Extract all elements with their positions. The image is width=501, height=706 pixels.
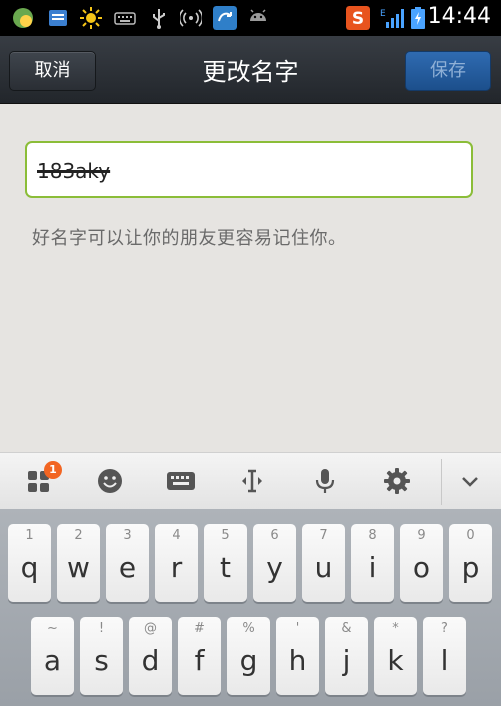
key-u[interactable]: 7u bbox=[302, 524, 345, 602]
key-h[interactable]: ' h bbox=[276, 617, 319, 695]
key-label: o bbox=[412, 551, 431, 584]
key-d[interactable]: @ d bbox=[129, 617, 172, 695]
svg-text:E: E bbox=[380, 9, 386, 19]
key-y[interactable]: 6y bbox=[253, 524, 296, 602]
name-input[interactable]: 183aky bbox=[25, 141, 473, 198]
key-secondary-label: @ bbox=[144, 621, 157, 636]
key-label: f bbox=[194, 644, 205, 677]
name-input-value: 183aky bbox=[37, 159, 111, 183]
key-secondary-label: 6 bbox=[270, 528, 279, 543]
mail-icon bbox=[49, 10, 67, 26]
key-label: e bbox=[118, 551, 137, 584]
key-f[interactable]: # f bbox=[178, 617, 221, 695]
key-secondary-label: 4 bbox=[172, 528, 181, 543]
cursor-icon[interactable] bbox=[234, 463, 270, 499]
key-secondary-label: & bbox=[341, 621, 352, 636]
key-secondary-label: 1 bbox=[25, 528, 34, 543]
title-bar: 取消 更改名字 保存 bbox=[0, 36, 501, 104]
microphone-icon[interactable] bbox=[307, 463, 343, 499]
key-secondary-label: 3 bbox=[123, 528, 132, 543]
key-secondary-label: ' bbox=[295, 621, 300, 636]
sync-icon bbox=[213, 6, 237, 30]
key-secondary-label: 5 bbox=[221, 528, 230, 543]
key-secondary-label: 7 bbox=[319, 528, 328, 543]
key-secondary-label: * bbox=[392, 621, 399, 636]
key-label: l bbox=[440, 644, 449, 677]
keyboard-icon[interactable] bbox=[163, 463, 199, 499]
key-label: t bbox=[220, 551, 231, 584]
key-label: y bbox=[266, 551, 283, 584]
key-secondary-label: # bbox=[194, 621, 205, 636]
usb-icon bbox=[153, 9, 165, 29]
key-secondary-label: ! bbox=[98, 621, 105, 636]
key-o[interactable]: 9o bbox=[400, 524, 443, 602]
key-label: k bbox=[387, 644, 404, 677]
save-button[interactable]: 保存 bbox=[405, 51, 491, 91]
chevron-down-icon[interactable] bbox=[452, 463, 488, 499]
svg-text:S: S bbox=[352, 9, 364, 29]
keyboard-toolbar bbox=[0, 452, 501, 509]
toolbar-divider bbox=[441, 459, 442, 505]
key-i[interactable]: 8i bbox=[351, 524, 394, 602]
sogou-icon: S bbox=[346, 6, 370, 30]
battery-icon bbox=[411, 7, 425, 29]
signal-icon: E bbox=[380, 9, 404, 28]
key-secondary-label: 8 bbox=[368, 528, 377, 543]
key-secondary-label: 0 bbox=[466, 528, 475, 543]
android-icon bbox=[250, 9, 266, 21]
soft-keyboard: 1q2w3e4r5t6y7u8i9o0p ~ a! s @ d # f% g ' h & j * k? l bbox=[0, 509, 501, 706]
key-a[interactable]: ~ a bbox=[31, 617, 74, 695]
clock: 14:44 bbox=[427, 4, 491, 29]
key-secondary-label: ? bbox=[441, 621, 448, 636]
key-label: j bbox=[342, 644, 351, 677]
key-t[interactable]: 5t bbox=[204, 524, 247, 602]
app-icon bbox=[13, 8, 33, 28]
key-label: s bbox=[94, 644, 109, 677]
key-r[interactable]: 4r bbox=[155, 524, 198, 602]
keyboard-icon bbox=[114, 12, 136, 25]
key-g[interactable]: % g bbox=[227, 617, 270, 695]
notification-badge: 1 bbox=[44, 461, 62, 479]
key-label: q bbox=[20, 551, 39, 584]
key-s[interactable]: ! s bbox=[80, 617, 123, 695]
key-j[interactable]: & j bbox=[325, 617, 368, 695]
key-label: w bbox=[67, 551, 90, 584]
key-label: d bbox=[141, 644, 160, 677]
emoji-icon[interactable] bbox=[92, 463, 128, 499]
key-label: g bbox=[239, 644, 258, 677]
key-w[interactable]: 2w bbox=[57, 524, 100, 602]
key-label: h bbox=[288, 644, 307, 677]
key-q[interactable]: 1q bbox=[8, 524, 51, 602]
status-bar: S E 14:44 bbox=[0, 0, 501, 36]
key-label: a bbox=[43, 644, 62, 677]
wifi-hotspot-icon bbox=[180, 9, 202, 27]
brightness-icon bbox=[80, 7, 102, 29]
key-secondary-label: 2 bbox=[74, 528, 83, 543]
key-secondary-label: % bbox=[242, 621, 255, 636]
key-label: p bbox=[461, 551, 480, 584]
gear-icon[interactable] bbox=[379, 463, 415, 499]
key-l[interactable]: ? l bbox=[423, 617, 466, 695]
key-secondary-label: 9 bbox=[417, 528, 426, 543]
key-k[interactable]: * k bbox=[374, 617, 417, 695]
key-label: i bbox=[368, 551, 377, 584]
key-label: r bbox=[170, 551, 183, 584]
key-e[interactable]: 3e bbox=[106, 524, 149, 602]
key-secondary-label: ~ bbox=[47, 621, 58, 636]
hint-text: 好名字可以让你的朋友更容易记住你。 bbox=[32, 228, 347, 249]
key-p[interactable]: 0p bbox=[449, 524, 492, 602]
key-label: u bbox=[314, 551, 333, 584]
